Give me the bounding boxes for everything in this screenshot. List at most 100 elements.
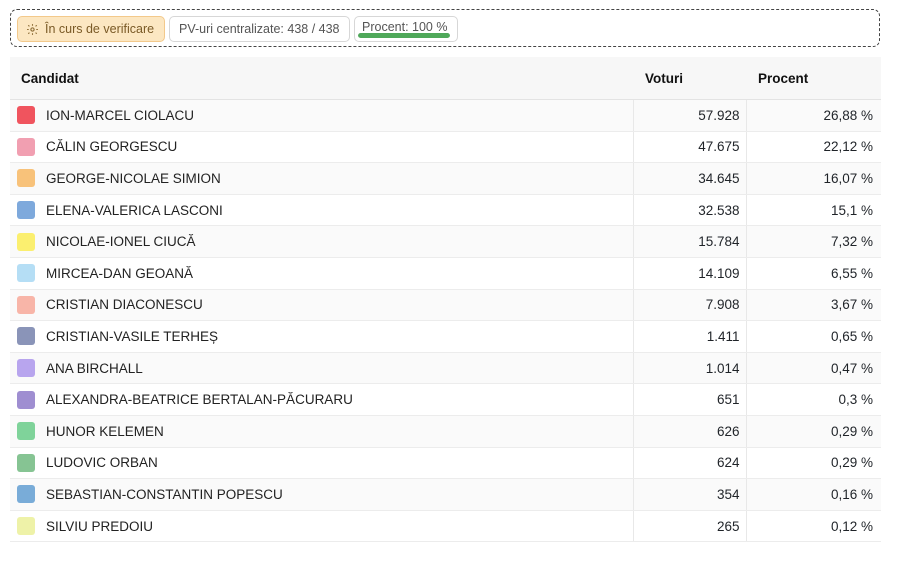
percent-cell: 0,65 % [746,321,881,353]
candidate-wrap: NICOLAE-IONEL CIUCĂ [17,233,633,251]
candidate-color-swatch [17,391,35,409]
percent-cell: 26,88 % [746,100,881,132]
percent-label: Procent: 100 % [362,20,447,34]
verification-status-label: În curs de verificare [45,22,154,36]
percent-progress-bar [358,33,450,38]
percent-cell: 3,67 % [746,289,881,321]
candidate-cell: CĂLIN GEORGESCU [10,131,633,163]
candidate-color-swatch [17,517,35,535]
candidate-color-swatch [17,327,35,345]
candidate-color-swatch [17,422,35,440]
candidate-name: SEBASTIAN-CONSTANTIN POPESCU [46,487,283,502]
votes-cell: 34.645 [633,163,746,195]
candidate-name: ELENA-VALERICA LASCONI [46,203,223,218]
table-row: ION-MARCEL CIOLACU 57.92826,88 % [10,100,881,132]
votes-cell: 626 [633,415,746,447]
votes-cell: 1.014 [633,352,746,384]
candidate-wrap: ALEXANDRA-BEATRICE BERTALAN-PĂCURARU [17,391,633,409]
candidate-wrap: MIRCEA-DAN GEOANĂ [17,264,633,282]
votes-cell: 32.538 [633,194,746,226]
candidate-name: CRISTIAN DIACONESCU [46,297,203,312]
verification-status-badge[interactable]: În curs de verificare [17,16,165,42]
candidate-color-swatch [17,201,35,219]
candidate-wrap: CRISTIAN DIACONESCU [17,296,633,314]
votes-cell: 47.675 [633,131,746,163]
percent-cell: 6,55 % [746,257,881,289]
table-row: NICOLAE-IONEL CIUCĂ 15.7847,32 % [10,226,881,258]
header-percent[interactable]: Procent [746,57,881,100]
votes-cell: 14.109 [633,257,746,289]
percent-badge: Procent: 100 % [354,16,458,42]
candidate-color-swatch [17,485,35,503]
candidate-color-swatch [17,454,35,472]
votes-cell: 265 [633,510,746,542]
percent-cell: 0,16 % [746,479,881,511]
table-row: CĂLIN GEORGESCU 47.67522,12 % [10,131,881,163]
candidate-name: SILVIU PREDOIU [46,519,153,534]
candidate-name: HUNOR KELEMEN [46,424,164,439]
table-row: ANA BIRCHALL 1.0140,47 % [10,352,881,384]
percent-cell: 16,07 % [746,163,881,195]
candidate-cell: SILVIU PREDOIU [10,510,633,542]
candidate-wrap: ANA BIRCHALL [17,359,633,377]
candidate-cell: ALEXANDRA-BEATRICE BERTALAN-PĂCURARU [10,384,633,416]
results-table: Candidat Voturi Procent ION-MARCEL CIOLA… [10,57,881,542]
candidate-wrap: SILVIU PREDOIU [17,517,633,535]
percent-cell: 22,12 % [746,131,881,163]
percent-progress-fill [358,33,450,38]
votes-cell: 354 [633,479,746,511]
candidate-color-swatch [17,264,35,282]
candidate-cell: MIRCEA-DAN GEOANĂ [10,257,633,289]
candidate-name: MIRCEA-DAN GEOANĂ [46,266,193,281]
candidate-cell: NICOLAE-IONEL CIUCĂ [10,226,633,258]
header-votes[interactable]: Voturi [633,57,746,100]
table-row: LUDOVIC ORBAN6240,29 % [10,447,881,479]
candidate-cell: LUDOVIC ORBAN [10,447,633,479]
candidate-color-swatch [17,296,35,314]
percent-cell: 0,12 % [746,510,881,542]
candidate-wrap: HUNOR KELEMEN [17,422,633,440]
header-candidate[interactable]: Candidat [10,57,633,100]
candidate-wrap: ELENA-VALERICA LASCONI [17,201,633,219]
votes-cell: 651 [633,384,746,416]
table-row: GEORGE-NICOLAE SIMION34.64516,07 % [10,163,881,195]
candidate-cell: HUNOR KELEMEN [10,415,633,447]
votes-cell: 57.928 [633,100,746,132]
gear-icon [26,23,39,36]
candidate-wrap: ION-MARCEL CIOLACU [17,106,633,124]
pv-centralized-badge: PV-uri centralizate: 438 / 438 [169,16,350,42]
table-row: SEBASTIAN-CONSTANTIN POPESCU 3540,16 % [10,479,881,511]
percent-cell: 0,47 % [746,352,881,384]
candidate-wrap: GEORGE-NICOLAE SIMION [17,169,633,187]
candidate-color-swatch [17,106,35,124]
percent-cell: 0,29 % [746,415,881,447]
candidate-cell: CRISTIAN-VASILE TERHEȘ [10,321,633,353]
candidate-cell: GEORGE-NICOLAE SIMION [10,163,633,195]
candidate-name: ION-MARCEL CIOLACU [46,108,194,123]
candidate-wrap: CĂLIN GEORGESCU [17,138,633,156]
votes-cell: 1.411 [633,321,746,353]
candidate-name: ANA BIRCHALL [46,361,143,376]
candidate-color-swatch [17,169,35,187]
candidate-color-swatch [17,359,35,377]
votes-cell: 7.908 [633,289,746,321]
table-row: SILVIU PREDOIU 2650,12 % [10,510,881,542]
table-row: HUNOR KELEMEN 6260,29 % [10,415,881,447]
pv-centralized-label: PV-uri centralizate: 438 / 438 [179,22,340,36]
candidate-name: NICOLAE-IONEL CIUCĂ [46,234,196,249]
table-header-row: Candidat Voturi Procent [10,57,881,100]
candidate-color-swatch [17,138,35,156]
candidate-cell: CRISTIAN DIACONESCU [10,289,633,321]
candidate-cell: ION-MARCEL CIOLACU [10,100,633,132]
votes-cell: 15.784 [633,226,746,258]
percent-cell: 0,29 % [746,447,881,479]
candidate-name: LUDOVIC ORBAN [46,455,158,470]
candidate-wrap: LUDOVIC ORBAN [17,454,633,472]
candidate-wrap: CRISTIAN-VASILE TERHEȘ [17,327,633,345]
percent-cell: 7,32 % [746,226,881,258]
candidate-cell: SEBASTIAN-CONSTANTIN POPESCU [10,479,633,511]
candidate-name: CĂLIN GEORGESCU [46,139,177,154]
table-row: CRISTIAN DIACONESCU 7.9083,67 % [10,289,881,321]
candidate-cell: ANA BIRCHALL [10,352,633,384]
candidate-name: ALEXANDRA-BEATRICE BERTALAN-PĂCURARU [46,392,353,407]
